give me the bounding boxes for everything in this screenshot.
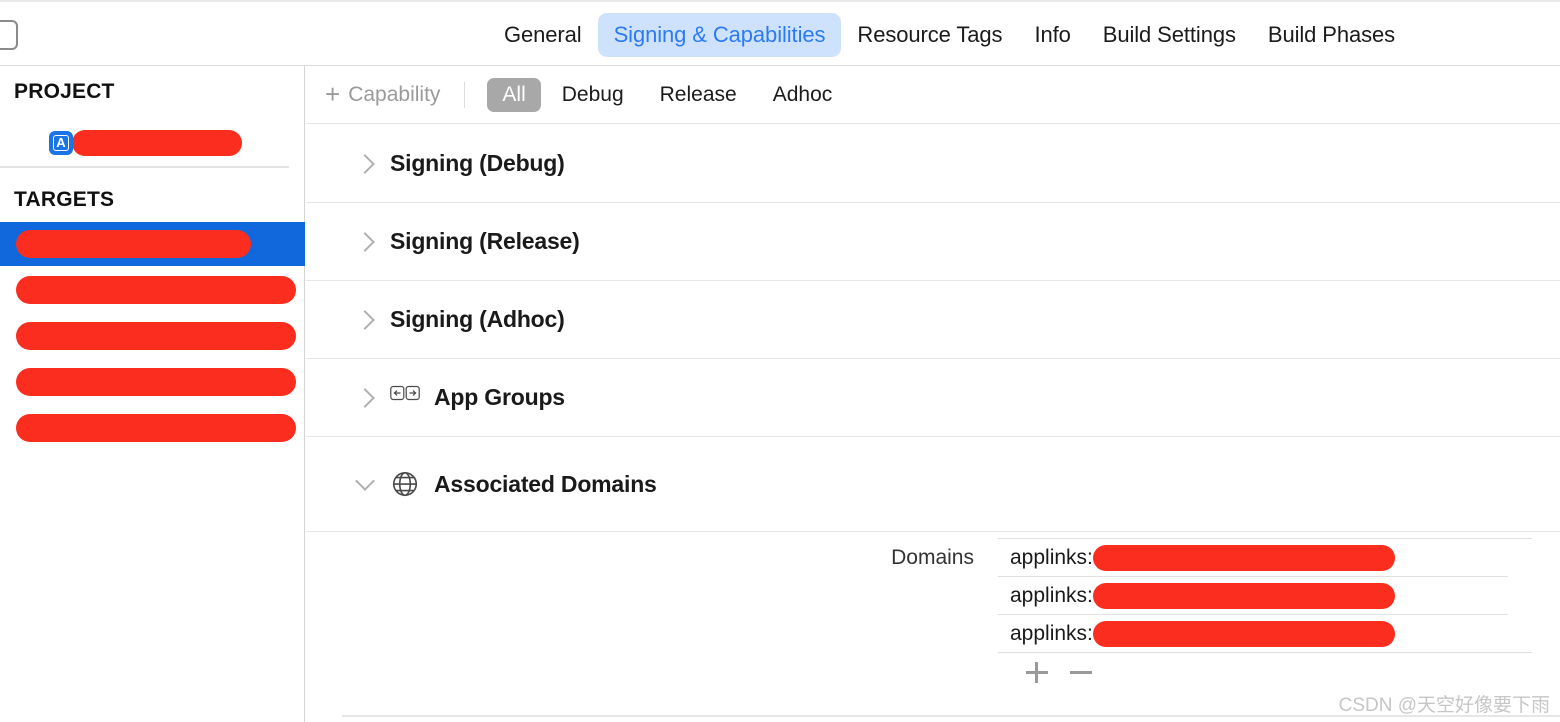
target-row[interactable] — [0, 222, 305, 266]
tab-b[interactable]: B — [1411, 13, 1427, 57]
chevron-down-icon[interactable] — [355, 471, 375, 491]
section-associated-domains[interactable]: Associated Domains — [306, 437, 1560, 532]
section-title: App Groups — [434, 384, 565, 410]
chevron-right-icon[interactable] — [355, 231, 375, 252]
target-name-redacted — [16, 322, 296, 350]
filter-debug[interactable]: Debug — [547, 78, 639, 112]
project-navigator-sidebar: PROJECT TARGETS — [0, 66, 305, 722]
app-groups-icon — [390, 383, 420, 413]
xcode-project-editor: General Signing & Capabilities Resource Ta… — [0, 0, 1560, 722]
toolbar-separator — [464, 81, 466, 108]
chevron-right-icon[interactable] — [355, 387, 375, 408]
section-title: Signing (Release) — [390, 228, 580, 254]
capabilities-toolbar: + Capability All Debug Release Adhoc — [306, 66, 1560, 124]
watermark: CSDN @天空好像要下雨 — [1338, 695, 1550, 716]
filter-release[interactable]: Release — [645, 78, 752, 112]
domains-field-label: Domains — [891, 546, 974, 569]
globe-icon — [390, 469, 420, 499]
tab-build-phases[interactable]: Build Phases — [1252, 13, 1411, 57]
domain-prefix: applinks: — [1010, 621, 1093, 645]
section-title: Signing (Adhoc) — [390, 306, 565, 332]
section-app-groups[interactable]: App Groups — [306, 359, 1560, 437]
app-store-icon — [50, 132, 72, 154]
window-control-box[interactable] — [0, 20, 18, 50]
editor-tab-bar: General Signing & Capabilities Resource Ta… — [0, 0, 1560, 66]
section-signing-release-[interactable]: Signing (Release) — [306, 203, 1560, 281]
plus-icon: + — [325, 79, 341, 109]
chevron-right-icon[interactable] — [355, 153, 375, 174]
domains-rows: applinks: applinks: applinks: — [998, 539, 1560, 653]
section-signing-adhoc-[interactable]: Signing (Adhoc) — [306, 281, 1560, 359]
domain-value-redacted — [1092, 582, 1395, 609]
filter-all[interactable]: All — [487, 77, 541, 112]
build-config-filters: All Debug Release Adhoc — [487, 77, 848, 112]
domain-row[interactable]: applinks: — [998, 615, 1532, 653]
target-row[interactable] — [0, 360, 305, 404]
capabilities-pane: + Capability All Debug Release Adhoc Signin… — [306, 66, 1560, 722]
section-signing-debug-[interactable]: Signing (Debug) — [306, 125, 1560, 203]
section-title: Associated Domains — [434, 470, 657, 497]
domain-value-redacted — [1092, 544, 1395, 571]
domain-row[interactable]: applinks: — [998, 577, 1508, 615]
remove-domain-button[interactable] — [1068, 659, 1094, 685]
project-heading: PROJECT — [14, 80, 115, 103]
domain-value-redacted — [1092, 620, 1395, 647]
target-row[interactable] — [0, 268, 305, 312]
editor-tabs: General Signing & Capabilities Resource Ta… — [488, 2, 1427, 68]
add-domain-button[interactable] — [1024, 659, 1050, 685]
section-title: Signing (Debug) — [390, 150, 565, 176]
target-name-redacted — [16, 368, 296, 396]
domains-table-buttons — [998, 653, 1560, 691]
targets-heading: TARGETS — [14, 188, 115, 211]
chevron-right-icon[interactable] — [355, 309, 375, 330]
project-name-redacted — [72, 130, 242, 156]
domain-prefix: applinks: — [1010, 545, 1093, 569]
add-capability-label: Capability — [348, 82, 441, 106]
tab-signing-capabilities[interactable]: Signing & Capabilities — [597, 13, 842, 57]
target-name-redacted — [16, 414, 296, 442]
tab-resource-tags[interactable]: Resource Tags — [841, 13, 1018, 57]
sidebar-divider — [0, 166, 289, 168]
tab-info[interactable]: Info — [1018, 13, 1086, 57]
tab-general[interactable]: General — [488, 13, 598, 57]
target-name-redacted — [16, 276, 296, 304]
domains-table: applinks: applinks: applinks: — [998, 538, 1560, 691]
tab-build-settings[interactable]: Build Settings — [1087, 13, 1252, 57]
filter-adhoc[interactable]: Adhoc — [758, 78, 848, 112]
target-name-redacted — [16, 230, 251, 258]
target-row[interactable] — [0, 406, 305, 450]
add-capability-button[interactable]: + Capability — [325, 79, 441, 109]
target-row[interactable] — [0, 314, 305, 358]
domain-prefix: applinks: — [1010, 583, 1093, 607]
project-item-row[interactable] — [0, 126, 305, 160]
domain-row[interactable]: applinks: — [998, 539, 1508, 577]
